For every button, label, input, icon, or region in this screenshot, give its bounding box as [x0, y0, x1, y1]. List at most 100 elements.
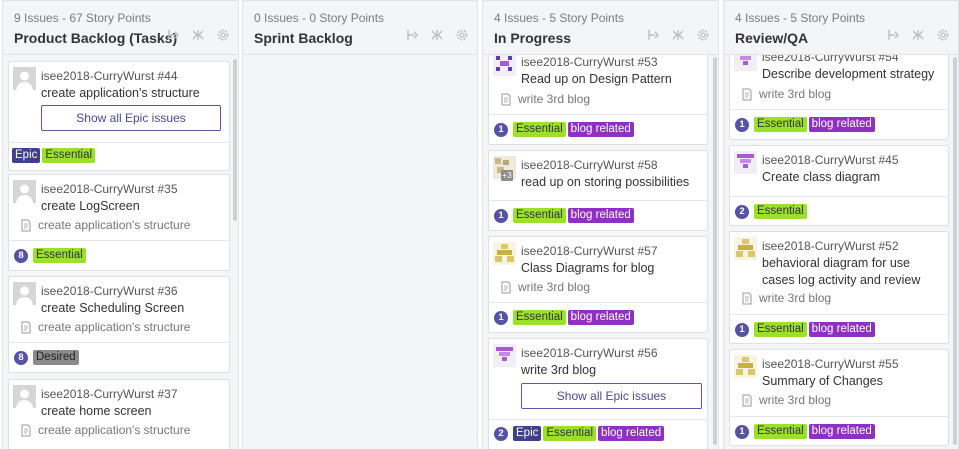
epic-link[interactable]: write 3rd blog [742, 291, 831, 305]
issue-title[interactable]: behavioral diagram for use cases log act… [762, 255, 942, 289]
label-blog-related[interactable]: blog related [598, 426, 665, 441]
issue-title[interactable]: Create class diagram [762, 169, 953, 186]
issue-title[interactable]: create LogScreen [41, 198, 233, 215]
issue-reference[interactable]: isee2018-CurryWurst #58 [521, 158, 658, 172]
avatar-badge: +3 [501, 170, 513, 181]
label-essential[interactable]: Essential [513, 310, 566, 325]
issue-reference[interactable]: isee2018-CurryWurst #45 [762, 153, 899, 167]
issue-card[interactable]: isee2018-CurryWurst #36 create Schedulin… [8, 276, 230, 373]
label-essential[interactable]: Essential [754, 424, 807, 439]
settings-icon[interactable] [696, 28, 710, 42]
issue-reference[interactable]: isee2018-CurryWurst #56 [521, 346, 658, 360]
issue-title[interactable]: create application's structure [41, 85, 233, 102]
label-blog-related[interactable]: blog related [808, 322, 875, 337]
issue-title[interactable]: create Scheduling Screen [41, 300, 233, 317]
show-epic-issues-button[interactable]: Show all Epic issues [521, 383, 702, 409]
column-issue-count: 4 Issues - 5 Story Points [494, 11, 625, 25]
issue-card[interactable]: isee2018-CurryWurst #45 Create class dia… [729, 145, 949, 226]
label-desired[interactable]: Desired [33, 350, 79, 365]
show-epic-issues-button[interactable]: Show all Epic issues [41, 105, 221, 131]
label-epic[interactable]: Epic [12, 148, 41, 163]
issue-title[interactable]: Summary of Changes [762, 373, 953, 390]
epic-link[interactable]: create application's structure [21, 423, 190, 437]
epic-link[interactable]: write 3rd blog [501, 280, 590, 294]
epic-link-label: write 3rd blog [759, 87, 832, 101]
epic-link-label: write 3rd blog [759, 393, 832, 407]
label-essential[interactable]: Essential [754, 322, 807, 337]
issue-title[interactable]: Class Diagrams for blog [521, 260, 713, 277]
epic-link-label: write 3rd blog [759, 291, 832, 305]
issue-reference[interactable]: isee2018-CurryWurst #35 [41, 182, 178, 196]
settings-icon[interactable] [455, 28, 469, 42]
label-essential[interactable]: Essential [754, 204, 807, 219]
label-epic[interactable]: Epic [513, 426, 542, 441]
issue-card[interactable]: +3 isee2018-CurryWurst #58 read up on st… [488, 150, 708, 231]
issue-card[interactable]: isee2018-CurryWurst #56 write 3rd blog S… [488, 338, 708, 449]
issue-reference[interactable]: isee2018-CurryWurst #44 [41, 69, 178, 83]
issue-card[interactable]: isee2018-CurryWurst #52 behavioral diagr… [729, 231, 949, 344]
epic-link[interactable]: create application's structure [21, 320, 190, 334]
issue-card[interactable]: isee2018-CurryWurst #55 Summary of Chang… [729, 349, 949, 446]
column-body: isee2018-CurryWurst #44 create applicati… [8, 55, 233, 449]
issue-reference[interactable]: isee2018-CurryWurst #36 [41, 284, 178, 298]
issue-reference[interactable]: isee2018-CurryWurst #37 [41, 387, 178, 401]
label-essential[interactable]: Essential [513, 122, 566, 137]
issue-title[interactable]: read up on storing possibilities [521, 174, 713, 191]
column-scrollbar[interactable] [953, 57, 957, 445]
collapse-icon[interactable] [671, 28, 685, 42]
avatar [493, 242, 516, 265]
label-blog-related[interactable]: blog related [567, 310, 634, 325]
column-header: 9 Issues - 67 Story Points Product Backl… [3, 1, 238, 55]
epic-icon [21, 321, 31, 334]
column-scrollbar[interactable] [713, 57, 717, 445]
settings-icon[interactable] [936, 28, 950, 42]
epic-link[interactable]: write 3rd blog [742, 393, 831, 407]
column-title: Review/QA [735, 30, 809, 46]
label-essential[interactable]: Essential [754, 117, 807, 132]
pin-icon[interactable] [646, 28, 660, 42]
issue-card[interactable]: isee2018-CurryWurst #37 create home scre… [8, 379, 230, 449]
avatar [493, 344, 516, 367]
label-blog-related[interactable]: blog related [567, 122, 634, 137]
label-essential[interactable]: Essential [543, 426, 597, 441]
pin-icon[interactable] [886, 28, 900, 42]
epic-icon [501, 281, 511, 294]
epic-icon [742, 88, 752, 101]
issue-card[interactable]: isee2018-CurryWurst #44 create applicati… [8, 61, 230, 171]
issue-card[interactable]: isee2018-CurryWurst #35 create LogScreen… [8, 174, 230, 271]
issue-reference[interactable]: isee2018-CurryWurst #53 [521, 55, 658, 69]
column-body: isee2018-CurryWurst #54 Describe develop… [729, 55, 953, 449]
issue-title[interactable]: Describe development strategy [762, 66, 953, 83]
label-blog-related[interactable]: blog related [808, 117, 875, 132]
story-points-badge: 1 [735, 322, 749, 337]
issue-card[interactable]: isee2018-CurryWurst #54 Describe develop… [729, 55, 949, 140]
epic-link[interactable]: write 3rd blog [742, 87, 831, 101]
issue-reference[interactable]: isee2018-CurryWurst #57 [521, 244, 658, 258]
label-essential[interactable]: Essential [42, 148, 96, 163]
collapse-icon[interactable] [911, 28, 925, 42]
story-points-badge: 1 [735, 117, 749, 132]
collapse-icon[interactable] [430, 28, 444, 42]
issue-title[interactable]: write 3rd blog [521, 362, 713, 379]
settings-icon[interactable] [216, 28, 230, 42]
pin-icon[interactable] [405, 28, 419, 42]
column-scrollbar[interactable] [233, 59, 237, 221]
issue-card[interactable]: isee2018-CurryWurst #53 Read up on Desig… [488, 55, 708, 145]
issue-title[interactable]: Read up on Design Pattern [521, 71, 713, 88]
collapse-icon[interactable] [191, 28, 205, 42]
epic-link[interactable]: write 3rd blog [501, 92, 590, 106]
label-essential[interactable]: Essential [33, 248, 86, 263]
avatar [734, 355, 757, 378]
epic-link-label: create application's structure [38, 423, 191, 437]
label-blog-related[interactable]: blog related [808, 424, 875, 439]
label-blog-related[interactable]: blog related [567, 208, 634, 223]
issue-card[interactable]: isee2018-CurryWurst #57 Class Diagrams f… [488, 236, 708, 333]
label-essential[interactable]: Essential [513, 208, 566, 223]
epic-link[interactable]: create application's structure [21, 218, 190, 232]
column-issue-count: 0 Issues - 0 Story Points [254, 11, 385, 25]
issue-reference[interactable]: isee2018-CurryWurst #52 [762, 239, 899, 253]
issue-title[interactable]: create home screen [41, 403, 233, 420]
issue-reference[interactable]: isee2018-CurryWurst #54 [762, 55, 899, 64]
issue-reference[interactable]: isee2018-CurryWurst #55 [762, 357, 899, 371]
pin-icon[interactable] [166, 28, 180, 42]
